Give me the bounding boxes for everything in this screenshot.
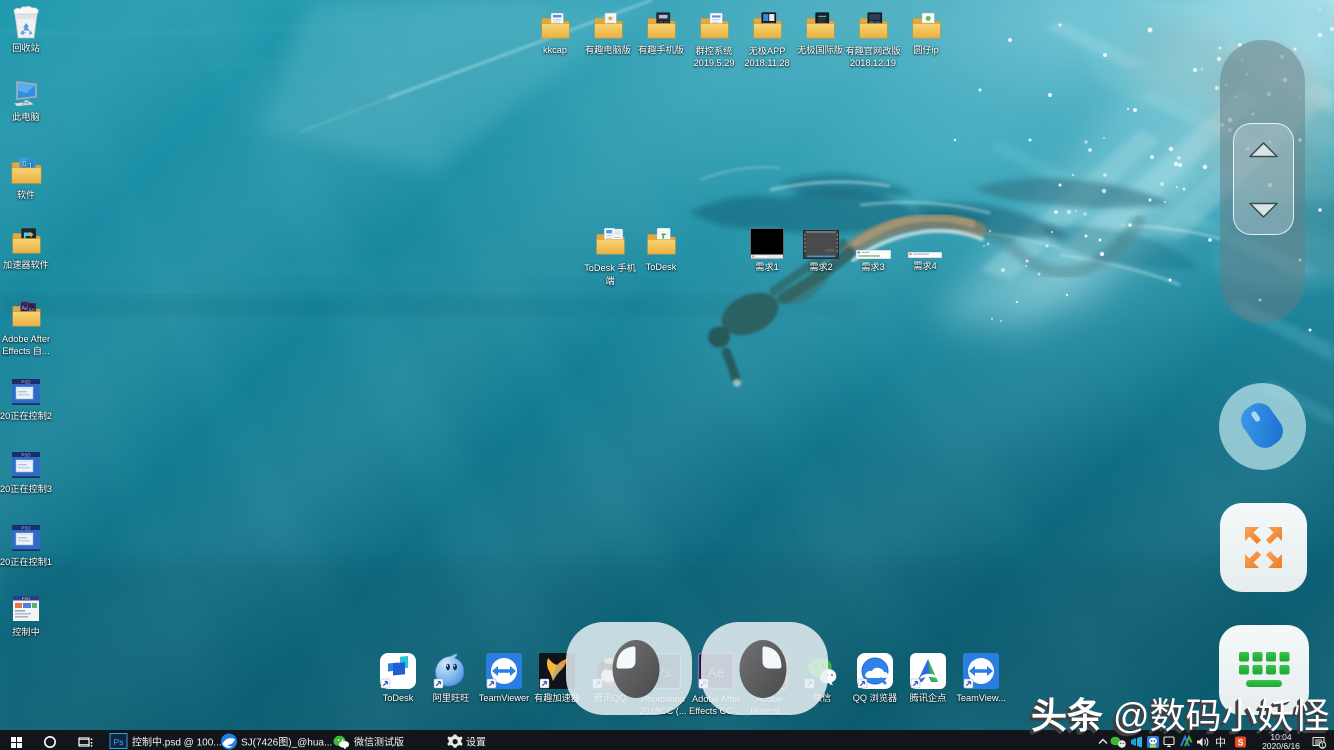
svg-text:微信测试版: 微信测试版 — [354, 736, 404, 749]
svg-text:Ae: Ae — [21, 306, 27, 312]
svg-text:PSD: PSD — [22, 596, 30, 601]
svg-text:控制中.psd @ 100...: 控制中.psd @ 100... — [132, 736, 222, 749]
svg-text:S: S — [1237, 738, 1243, 748]
svg-text:设置: 设置 — [466, 737, 486, 749]
svg-text:PSD: PSD — [21, 525, 31, 530]
svg-text:2020/6/16: 2020/6/16 — [1262, 741, 1300, 750]
svg-text:Ps: Ps — [114, 737, 124, 747]
svg-text:PSD: PSD — [21, 452, 31, 457]
svg-text:PSD: PSD — [21, 379, 31, 384]
svg-text:SJ(7426图)_@hua...: SJ(7426图)_@hua... — [241, 737, 332, 749]
